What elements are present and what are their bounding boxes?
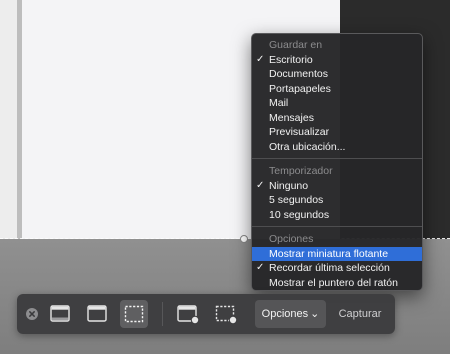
options-button-label: Opciones [261,308,309,320]
capture-window-button[interactable] [83,300,111,328]
checkmark-icon: ✓ [256,53,265,65]
close-icon[interactable] [26,308,38,320]
menu-item-other-location[interactable]: Otra ubicación... [252,140,422,155]
capture-screen-icon [50,305,70,322]
capture-button[interactable]: Capturar [335,300,385,328]
menu-section-save-to: Guardar en [269,39,323,51]
options-menu: Guardar en ✓ Escritorio Documentos Portap… [251,33,423,291]
menu-separator [252,158,422,159]
menu-item-label: Ninguno [269,179,309,192]
menu-item-label: Previsualizar [269,126,330,138]
menu-item-label: Mostrar el puntero del ratón [269,276,398,289]
checkmark-icon: ✓ [256,179,265,191]
menu-item-label: Mostrar miniatura flotante [269,247,389,260]
menu-item-messages[interactable]: Mensajes [252,111,422,126]
menu-section-options: Opciones [269,233,314,245]
menu-item-label: Recordar última selección [269,262,390,274]
chevron-down-icon: ⌄ [310,308,320,320]
capture-selection-icon [124,305,144,323]
screenshot-toolbar: Opciones ⌄ Capturar [17,294,395,334]
record-selection-icon [215,305,238,325]
menu-item-clipboard[interactable]: Portapapeles [252,82,422,97]
menu-item-show-floating-thumbnail[interactable]: Mostrar miniatura flotante [252,246,422,261]
menu-item-label: Documentos [269,68,328,80]
menu-item-remember-last-selection[interactable]: ✓ Recordar última selección [252,261,422,276]
capture-selection-button[interactable] [120,300,148,328]
menu-item-desktop[interactable]: ✓ Escritorio [252,53,422,68]
menu-separator [252,226,422,227]
menu-item-label: Escritorio [269,53,313,66]
toolbar-separator [162,302,163,326]
options-button[interactable]: Opciones ⌄ [255,300,326,328]
menu-item-timer-5s[interactable]: 5 segundos [252,193,422,208]
selection-resize-handle[interactable] [240,235,248,243]
record-screen-icon [177,305,200,325]
menu-item-preview[interactable]: Previsualizar [252,125,422,140]
menu-item-label: 10 segundos [269,208,330,221]
record-screen-button[interactable] [174,300,202,328]
menu-item-label: Mail [269,97,289,109]
menu-item-label: Portapapeles [269,82,331,95]
capture-screen-button[interactable] [46,300,74,328]
menu-item-timer-none[interactable]: ✓ Ninguno [252,179,422,194]
menu-item-mail[interactable]: Mail [252,96,422,111]
menu-item-label: 5 segundos [269,194,324,206]
menu-item-label: Mensajes [269,111,314,124]
menu-item-timer-10s[interactable]: 10 segundos [252,208,422,223]
menu-section-timer: Temporizador [269,165,333,177]
record-selection-button[interactable] [212,300,240,328]
menu-item-documents[interactable]: Documentos [252,67,422,82]
menu-item-label: Otra ubicación... [269,140,346,153]
menu-item-show-mouse-pointer[interactable]: Mostrar el puntero del ratón [252,276,422,291]
desktop-background-left [0,0,17,239]
checkmark-icon: ✓ [256,262,265,273]
capture-window-icon [87,305,107,322]
